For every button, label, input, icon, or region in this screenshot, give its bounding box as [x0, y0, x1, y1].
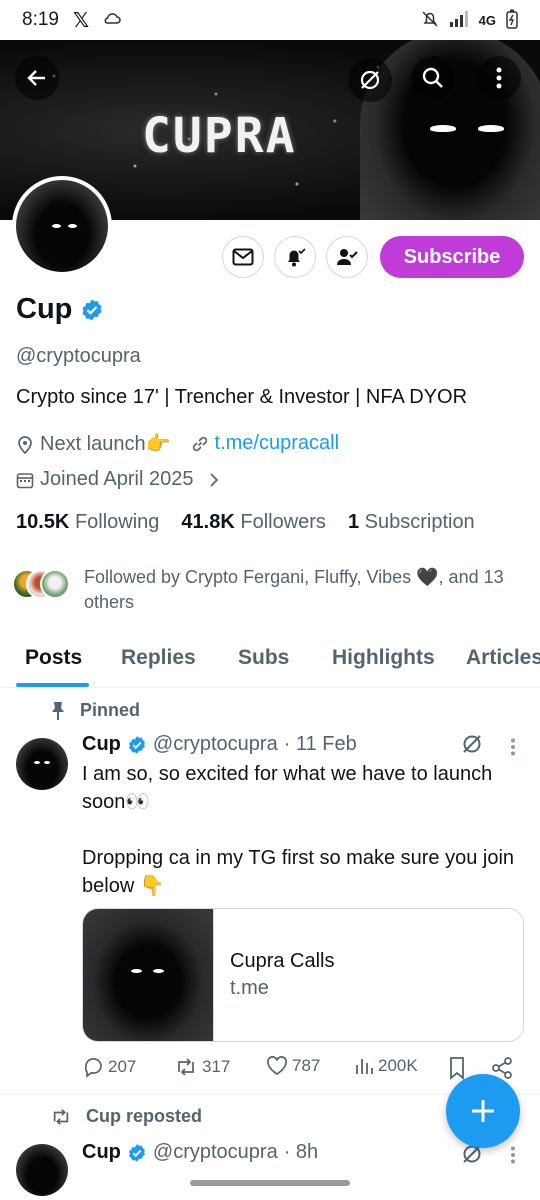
post-time: · 8h	[283, 1141, 319, 1163]
pinned-label-row: Pinned	[50, 700, 140, 721]
message-button[interactable]	[222, 236, 264, 278]
tab-subs[interactable]: Subs	[238, 646, 289, 670]
followers-stat[interactable]: 41.8K Followers	[181, 511, 326, 534]
search-button[interactable]	[411, 56, 455, 100]
following-stat[interactable]: 10.5K Following	[16, 511, 159, 534]
compose-plus-icon	[472, 1100, 494, 1122]
status-time: 8:19	[22, 9, 59, 30]
bell-icon	[288, 248, 306, 267]
person-check-icon	[337, 249, 358, 265]
pin-icon	[52, 701, 64, 720]
meta-row-joined[interactable]: Joined April 2025	[16, 468, 221, 491]
notifications-button[interactable]	[274, 236, 316, 278]
battery-icon	[506, 9, 518, 32]
verified-badge-icon	[128, 1143, 145, 1162]
post-author-handle[interactable]: @cryptocupra	[153, 733, 278, 756]
grok-icon	[360, 70, 380, 90]
status-bar: 8:19 𝕏 4G	[0, 0, 540, 40]
follower-avatars	[12, 565, 76, 599]
verified-badge-icon[interactable]	[80, 298, 104, 322]
x-logo-icon: 𝕏	[72, 9, 90, 32]
calendar-icon	[16, 472, 34, 488]
display-name: Cup	[16, 293, 73, 325]
profile-tabs: Posts Replies Subs Highlights Articles	[0, 632, 540, 688]
back-arrow-icon	[27, 70, 45, 86]
views-button[interactable]: 200K	[354, 1056, 418, 1076]
search-icon	[422, 67, 443, 88]
mail-icon	[232, 248, 254, 266]
followed-by-text: Followed by Crypto Fergani, Fluffy, Vibe…	[84, 567, 504, 612]
grok-icon[interactable]	[460, 732, 484, 756]
like-icon	[267, 1056, 287, 1075]
post-header: Cup @cryptocupra · 8h	[82, 1141, 318, 1164]
subscribe-button[interactable]: Subscribe	[380, 236, 524, 278]
more-options-button[interactable]	[477, 56, 521, 100]
name-row: Cup	[16, 293, 104, 326]
reply-count: 207	[108, 1057, 137, 1076]
location-icon	[18, 435, 32, 454]
profile-handle: @cryptocupra	[16, 345, 141, 367]
more-vertical-icon[interactable]	[510, 738, 516, 756]
tab-articles[interactable]: Articles	[466, 646, 540, 670]
post-avatar[interactable]	[16, 738, 68, 790]
pinned-label: Pinned	[80, 700, 141, 720]
like-button[interactable]: 787	[266, 1056, 320, 1076]
views-icon	[356, 1059, 373, 1074]
repost-label: Cup reposted	[86, 1106, 203, 1126]
active-tab-indicator	[16, 683, 89, 687]
home-indicator[interactable]	[190, 1180, 350, 1186]
post-text: I am so, so excited for what we have to …	[82, 763, 515, 897]
compose-button[interactable]	[446, 1074, 520, 1148]
repost-icon	[178, 1058, 194, 1076]
signal-icon	[449, 10, 469, 30]
banner-title: CUPRA	[142, 108, 297, 164]
stats-row: 10.5K Following 41.8K Followers 1 Subscr…	[16, 511, 475, 534]
repost-count: 317	[202, 1057, 231, 1076]
post-actions: 207 317 787 200K	[82, 1056, 522, 1082]
tab-replies[interactable]: Replies	[121, 646, 196, 670]
verified-badge-icon	[128, 735, 145, 754]
link-card[interactable]: Cupra Calls t.me	[82, 908, 524, 1042]
cloud-icon	[103, 9, 121, 31]
post-avatar[interactable]	[16, 1144, 68, 1196]
like-count: 787	[292, 1056, 321, 1075]
reply-button[interactable]: 207	[82, 1056, 136, 1078]
subscriptions-stat[interactable]: 1 Subscription	[348, 511, 475, 534]
grok-button[interactable]	[348, 58, 392, 102]
more-vertical-icon[interactable]	[510, 1146, 516, 1164]
chevron-right-icon	[210, 472, 219, 487]
post-author-name[interactable]: Cup	[82, 1141, 121, 1164]
post-author-name[interactable]: Cup	[82, 733, 121, 756]
profile-link[interactable]: t.me/cupracall	[215, 432, 340, 455]
post-header: Cup @cryptocupra · 11 Feb	[82, 733, 357, 756]
profile-joined: Joined April 2025	[40, 468, 194, 490]
views-count: 200K	[378, 1056, 418, 1075]
followed-by-row[interactable]: Followed by Crypto Fergani, Fluffy, Vibe…	[12, 565, 524, 615]
repost-icon	[53, 1108, 69, 1125]
profile-location: Next launch👉	[40, 433, 171, 455]
bookmark-icon[interactable]	[448, 1056, 466, 1080]
link-card-image	[83, 909, 214, 1041]
profile-bio: Crypto since 17' | Trencher & Investor |…	[16, 386, 468, 408]
follower-avatar	[40, 569, 70, 599]
back-button[interactable]	[15, 56, 59, 100]
link-card-domain: t.me	[230, 977, 269, 999]
network-type: 4G	[478, 12, 496, 28]
post-author-handle[interactable]: @cryptocupra	[153, 1141, 278, 1164]
tab-posts[interactable]: Posts	[25, 646, 82, 670]
meta-row-location-link: Next launch👉 t.me/cupracall	[16, 431, 339, 456]
more-vertical-icon	[496, 67, 502, 89]
link-icon	[192, 436, 207, 451]
mute-icon	[421, 10, 439, 31]
repost-label-row: Cup reposted	[50, 1106, 202, 1127]
reply-icon	[84, 1058, 102, 1078]
following-button[interactable]	[326, 236, 368, 278]
link-card-title: Cupra Calls	[230, 950, 335, 972]
repost-button[interactable]: 317	[174, 1056, 230, 1078]
tab-highlights[interactable]: Highlights	[332, 646, 435, 670]
profile-avatar[interactable]	[12, 176, 112, 276]
post-time: · 11 Feb	[283, 733, 357, 755]
